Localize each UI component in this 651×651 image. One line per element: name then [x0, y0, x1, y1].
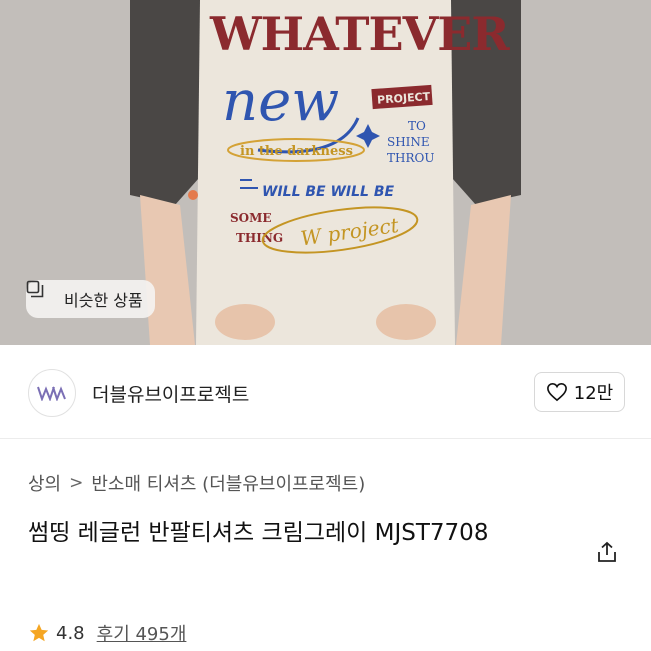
svg-text:THROU: THROU: [387, 151, 434, 165]
like-count: 12만: [573, 383, 614, 404]
rating-summary: 4.8 후기 495개: [28, 620, 186, 646]
svg-text:SHINE: SHINE: [387, 135, 430, 149]
reviews-link[interactable]: 후기 495개: [97, 620, 187, 646]
svg-text:THING: THING: [236, 231, 283, 245]
svg-text:TO: TO: [408, 119, 426, 133]
svg-text:SOME: SOME: [230, 211, 272, 225]
breadcrumb: 상의 > 반소매 티셔츠 (더블유브이프로젝트): [28, 470, 365, 496]
graphic-headline: WHATEVER: [209, 7, 510, 61]
star-icon: [29, 623, 49, 642]
heart-icon: [546, 382, 567, 402]
breadcrumb-subcategory[interactable]: 반소매 티셔츠 (더블유브이프로젝트): [91, 470, 365, 496]
product-title: 썸띵 레글런 반팔티셔츠 크림그레이 MJST7708: [28, 520, 489, 546]
similar-products-icon: [26, 280, 56, 308]
brand-logo[interactable]: [28, 369, 76, 417]
brand-name[interactable]: 더블유브이프로젝트: [92, 380, 249, 407]
similar-products-button[interactable]: 비슷한 상품: [26, 280, 155, 318]
similar-products-label: 비슷한 상품: [64, 291, 143, 310]
graphic-script: new: [222, 69, 339, 134]
brand-row: 더블유브이프로젝트 12만: [0, 345, 651, 439]
share-icon[interactable]: [595, 540, 619, 564]
graphic-line1: in the darkness: [240, 144, 353, 159]
breadcrumb-category[interactable]: 상의: [28, 470, 61, 496]
graphic-line3: WILL BE WILL BE: [262, 184, 395, 200]
like-button[interactable]: 12만: [534, 372, 625, 412]
brand-logo-icon: [37, 386, 66, 401]
rating-score: 4.8: [56, 622, 85, 644]
product-image[interactable]: WHATEVER new PROJECT TO SHINE THROU in t…: [0, 0, 651, 345]
chevron-right-icon: >: [69, 473, 84, 493]
